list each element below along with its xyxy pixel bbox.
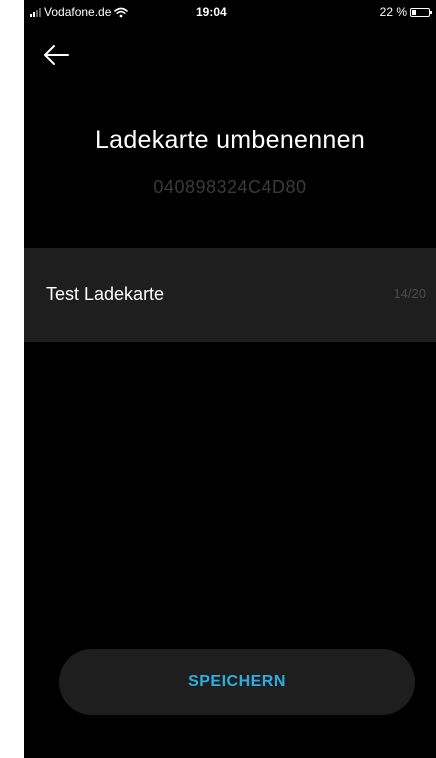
- status-time: 19:04: [196, 5, 227, 19]
- card-name-field[interactable]: 14/20: [24, 248, 436, 342]
- carrier-name: Vodafone.de: [44, 5, 112, 19]
- card-name-input[interactable]: [46, 278, 346, 310]
- card-id: 040898324C4D80: [153, 177, 307, 197]
- save-button[interactable]: SPEICHERN: [59, 649, 415, 715]
- battery-icon: [410, 7, 432, 17]
- page-title: Ladekarte umbenennen: [94, 126, 366, 154]
- status-bar: Vodafone.de 19:04 22 %: [24, 0, 436, 24]
- battery-percent: 22 %: [379, 5, 407, 19]
- char-counter: 14/20: [393, 286, 426, 301]
- signal-icon: [30, 7, 41, 17]
- back-button[interactable]: [38, 40, 74, 70]
- app-screen: Vodafone.de 19:04 22 % Ladekarte umbenen…: [24, 0, 436, 758]
- arrow-left-icon: [44, 45, 69, 65]
- status-left: Vodafone.de: [30, 5, 129, 19]
- wifi-icon: [114, 7, 129, 18]
- status-right: 22 %: [379, 5, 432, 19]
- battery-fill: [412, 9, 416, 15]
